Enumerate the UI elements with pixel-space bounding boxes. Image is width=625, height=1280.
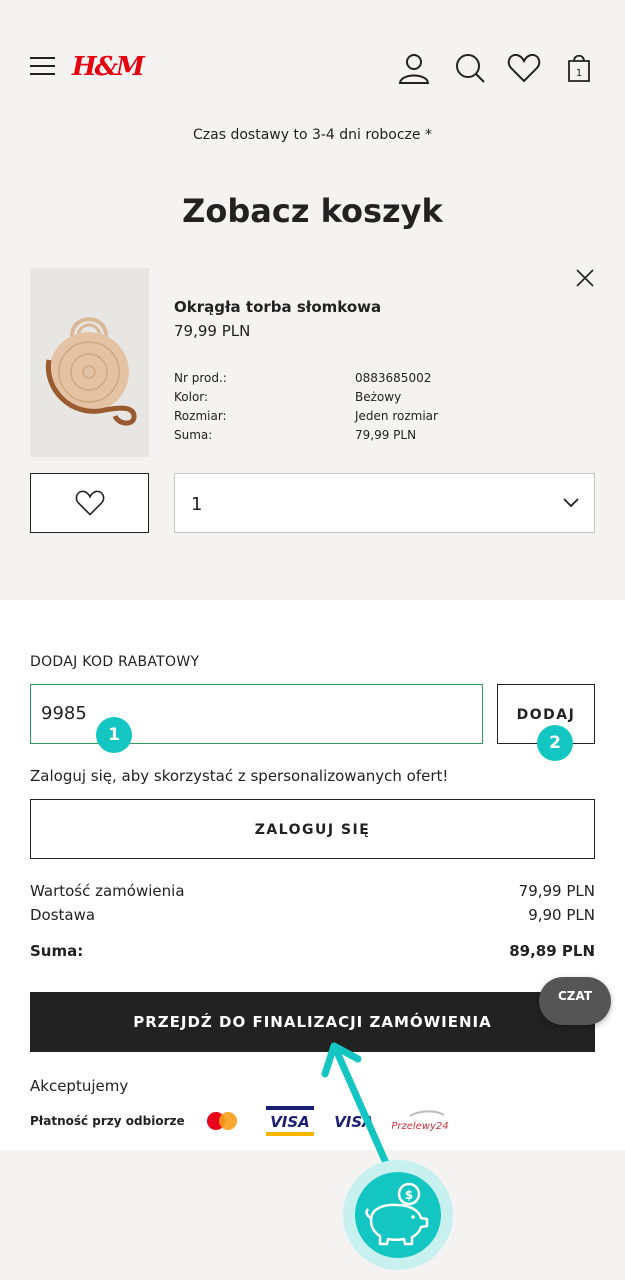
product-image[interactable] xyxy=(30,268,149,457)
account-icon[interactable] xyxy=(396,50,432,86)
p24-label: Przelewy24 xyxy=(392,1121,449,1132)
order-value-row: Wartość zamówienia 79,99 PLN xyxy=(30,882,595,900)
cash-on-delivery-label: Płatność przy odbiorze xyxy=(30,1114,185,1128)
step-badge: 2 xyxy=(537,725,573,761)
svg-text:$: $ xyxy=(405,1188,413,1202)
detail-label: Kolor: xyxy=(174,390,209,404)
checkout-button[interactable]: PRZEJDŹ DO FINALIZACJI ZAMÓWIENIA xyxy=(30,992,595,1052)
chevron-down-icon xyxy=(563,498,579,508)
total-row: Suma: 89,89 PLN xyxy=(30,942,595,960)
detail-row: Nr prod.: 0883685002 xyxy=(174,369,474,388)
delivery-label: Dostawa xyxy=(30,906,96,924)
order-value-label: Wartość zamówienia xyxy=(30,882,185,900)
mastercard-logo xyxy=(204,1106,240,1140)
login-hint: Zaloguj się, aby skorzystać z spersonali… xyxy=(30,767,449,785)
total-value: 89,89 PLN xyxy=(509,942,595,960)
detail-value: 79,99 PLN xyxy=(355,428,417,442)
heart-icon[interactable] xyxy=(506,50,542,86)
detail-value: 0883685002 xyxy=(355,371,432,385)
menu-icon[interactable] xyxy=(30,57,55,77)
order-value: 79,99 PLN xyxy=(518,882,595,900)
detail-row: Kolor: Beżowy xyxy=(174,388,474,407)
detail-label: Rozmiar: xyxy=(174,409,227,423)
quantity-value: 1 xyxy=(191,494,203,515)
bag-icon[interactable]: 1 xyxy=(561,50,597,86)
product-name[interactable]: Okrągła torba słomkowa xyxy=(174,298,381,316)
add-to-favourites-button[interactable] xyxy=(30,473,149,533)
chat-button[interactable]: CZAT xyxy=(539,977,611,1025)
visa-label: VISA xyxy=(270,1113,310,1131)
detail-value: Jeden rozmiar xyxy=(355,409,438,423)
quantity-select[interactable]: 1 xyxy=(174,473,595,533)
detail-value: Beżowy xyxy=(355,390,402,404)
delivery-row: Dostawa 9,90 PLN xyxy=(30,906,595,924)
delivery-note: Czas dostawy to 3-4 dni robocze * xyxy=(193,127,432,143)
heart-icon xyxy=(75,490,104,516)
page-title: Zobacz koszyk xyxy=(182,192,443,230)
bag-count: 1 xyxy=(576,68,582,79)
accepted-payments-label: Akceptujemy xyxy=(30,1077,129,1095)
detail-label: Nr prod.: xyxy=(174,371,227,385)
visa-logo: VISA xyxy=(334,1106,374,1140)
remove-item-icon[interactable] xyxy=(574,267,596,289)
piggy-bank-badge: $ xyxy=(343,1160,453,1270)
detail-row: Rozmiar: Jeden rozmiar xyxy=(174,407,474,426)
visa-debit-logo: VISA xyxy=(266,1106,314,1140)
promo-code-label: DODAJ KOD RABATOWY xyxy=(30,654,200,670)
order-panel xyxy=(0,600,625,1150)
search-icon[interactable] xyxy=(452,50,488,86)
visa-label: VISA xyxy=(334,1113,374,1131)
step-badge: 1 xyxy=(96,717,132,753)
detail-label: Suma: xyxy=(174,428,213,442)
delivery-cost: 9,90 PLN xyxy=(528,906,595,924)
product-price: 79,99 PLN xyxy=(174,322,251,340)
total-label: Suma: xyxy=(30,942,84,960)
detail-row: Suma: 79,99 PLN xyxy=(174,426,474,445)
product-details: Nr prod.: 0883685002 Kolor: Beżowy Rozmiar… xyxy=(174,369,474,445)
przelewy24-logo: Przelewy24 xyxy=(391,1106,452,1140)
hm-logo[interactable]: H&M xyxy=(72,52,145,82)
site-header: H&M 1 xyxy=(0,0,625,110)
login-button[interactable]: ZALOGUJ SIĘ xyxy=(30,799,595,859)
piggy-bank-icon: $ xyxy=(365,1182,429,1246)
